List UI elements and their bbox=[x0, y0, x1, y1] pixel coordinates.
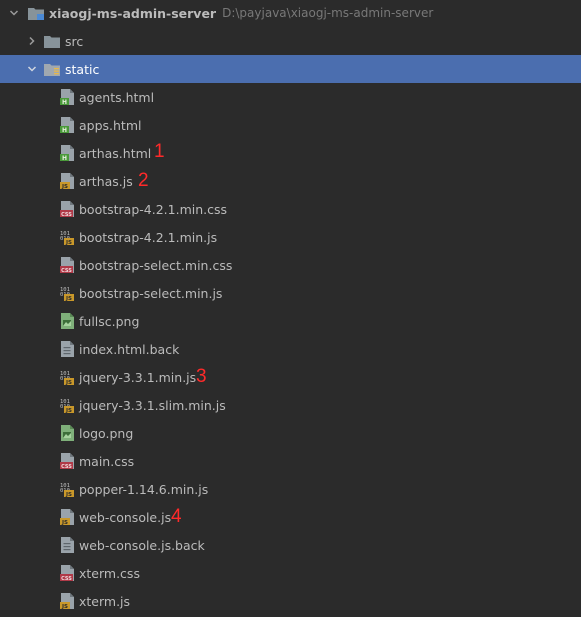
tree-row-file[interactable]: 101010JS jquery-3.3.1.min.js bbox=[0, 363, 581, 391]
tree-row-file[interactable]: CSS main.css bbox=[0, 447, 581, 475]
file-label: jquery-3.3.1.min.js bbox=[79, 369, 197, 385]
svg-text:H: H bbox=[62, 155, 67, 161]
text-file-icon bbox=[60, 341, 74, 357]
html-file-icon: H bbox=[60, 89, 74, 105]
svg-text:JS: JS bbox=[61, 184, 68, 189]
js-file-icon: JS bbox=[60, 593, 74, 609]
svg-text:CSS: CSS bbox=[61, 576, 72, 581]
file-label: bootstrap-4.2.1.min.js bbox=[79, 229, 218, 245]
file-label: agents.html bbox=[79, 89, 155, 105]
chevron-down-icon[interactable] bbox=[27, 64, 37, 74]
tree-row-file[interactable]: CSS bootstrap-select.min.css bbox=[0, 251, 581, 279]
svg-text:JS: JS bbox=[61, 604, 68, 609]
project-tree: xiaogj-ms-admin-server D:\payjava\xiaogj… bbox=[0, 0, 581, 617]
css-file-icon: CSS bbox=[60, 453, 74, 469]
png-file-icon bbox=[60, 425, 74, 441]
tree-row-file[interactable]: web-console.js.back bbox=[0, 531, 581, 559]
project-name: xiaogj-ms-admin-server bbox=[49, 5, 217, 21]
tree-row-file[interactable]: CSS bootstrap-4.2.1.min.css bbox=[0, 195, 581, 223]
file-label: bootstrap-select.min.js bbox=[79, 285, 223, 301]
file-label: apps.html bbox=[79, 117, 142, 133]
file-label: arthas.js bbox=[79, 173, 133, 189]
file-label: main.css bbox=[79, 453, 135, 469]
file-label: arthas.html bbox=[79, 145, 152, 161]
tree-row-file[interactable]: CSS xterm.css bbox=[0, 559, 581, 587]
svg-text:CSS: CSS bbox=[61, 268, 72, 273]
svg-text:JS: JS bbox=[61, 520, 68, 525]
tree-row-file[interactable]: Hagents.html bbox=[0, 83, 581, 111]
svg-text:JS: JS bbox=[65, 296, 72, 301]
tree-row-file[interactable]: logo.png bbox=[0, 419, 581, 447]
minified-js-file-icon: 101010JS bbox=[60, 369, 74, 385]
tree-row-file[interactable]: 101010JS popper-1.14.6.min.js bbox=[0, 475, 581, 503]
folder-label: static bbox=[65, 61, 100, 77]
tree-row-file[interactable]: JS xterm.js bbox=[0, 587, 581, 615]
html-file-icon: H bbox=[60, 145, 74, 161]
tree-row-file[interactable]: 101010JS jquery-3.3.1.slim.min.js bbox=[0, 391, 581, 419]
svg-text:H: H bbox=[62, 127, 67, 133]
file-label: logo.png bbox=[79, 425, 134, 441]
file-label: bootstrap-4.2.1.min.css bbox=[79, 201, 228, 217]
minified-js-file-icon: 101010JS bbox=[60, 397, 74, 413]
annotation-mark: 2 bbox=[138, 170, 149, 191]
html-file-icon: H bbox=[60, 117, 74, 133]
folder-icon bbox=[44, 36, 60, 48]
js-file-icon: JS bbox=[60, 509, 74, 525]
tree-row-file[interactable]: Harthas.html bbox=[0, 139, 581, 167]
folder-label: src bbox=[65, 33, 84, 49]
file-label: xterm.css bbox=[79, 565, 140, 581]
file-label: jquery-3.3.1.slim.min.js bbox=[79, 397, 226, 413]
annotation-mark: 1 bbox=[154, 141, 165, 162]
file-label: web-console.js bbox=[79, 509, 172, 525]
svg-text:CSS: CSS bbox=[61, 212, 72, 217]
minified-js-file-icon: 101010JS bbox=[60, 481, 74, 497]
annotation-mark: 3 bbox=[196, 366, 207, 387]
svg-text:CSS: CSS bbox=[61, 464, 72, 469]
minified-js-file-icon: 101010JS bbox=[60, 285, 74, 301]
tree-row-project-root[interactable]: xiaogj-ms-admin-server D:\payjava\xiaogj… bbox=[0, 0, 581, 27]
tree-row-file[interactable]: index.html.back bbox=[0, 335, 581, 363]
css-file-icon: CSS bbox=[60, 565, 74, 581]
tree-row-file[interactable]: fullsc.png bbox=[0, 307, 581, 335]
file-label: popper-1.14.6.min.js bbox=[79, 481, 209, 497]
svg-text:JS: JS bbox=[65, 492, 72, 497]
chevron-right-icon[interactable] bbox=[27, 36, 37, 46]
tree-row-file[interactable]: JS arthas.js bbox=[0, 167, 581, 195]
svg-text:JS: JS bbox=[65, 408, 72, 413]
tree-row-static[interactable]: static bbox=[0, 55, 581, 83]
file-label: web-console.js.back bbox=[79, 537, 205, 553]
tree-row-file[interactable]: 101010JS bootstrap-4.2.1.min.js bbox=[0, 223, 581, 251]
png-file-icon bbox=[60, 313, 74, 329]
module-folder-icon bbox=[28, 8, 44, 20]
file-label: fullsc.png bbox=[79, 313, 140, 329]
file-label: xterm.js bbox=[79, 593, 131, 609]
annotation-mark: 4 bbox=[171, 506, 182, 527]
minified-js-file-icon: 101010JS bbox=[60, 229, 74, 245]
css-file-icon: CSS bbox=[60, 201, 74, 217]
svg-text:H: H bbox=[62, 99, 67, 105]
tree-row-file[interactable]: JS web-console.js bbox=[0, 503, 581, 531]
project-path: D:\payjava\xiaogj-ms-admin-server bbox=[222, 6, 434, 20]
file-label: bootstrap-select.min.css bbox=[79, 257, 233, 273]
css-file-icon: CSS bbox=[60, 257, 74, 273]
tree-row-file[interactable]: Happs.html bbox=[0, 111, 581, 139]
tree-row-src[interactable]: src bbox=[0, 27, 581, 55]
js-file-icon: JS bbox=[60, 173, 74, 189]
svg-text:JS: JS bbox=[65, 240, 72, 245]
resources-folder-icon bbox=[44, 64, 60, 76]
svg-text:JS: JS bbox=[65, 380, 72, 385]
tree-row-file[interactable]: 101010JS bootstrap-select.min.js bbox=[0, 279, 581, 307]
chevron-down-icon[interactable] bbox=[9, 8, 19, 18]
file-label: index.html.back bbox=[79, 341, 180, 357]
text-file-icon bbox=[60, 537, 74, 553]
